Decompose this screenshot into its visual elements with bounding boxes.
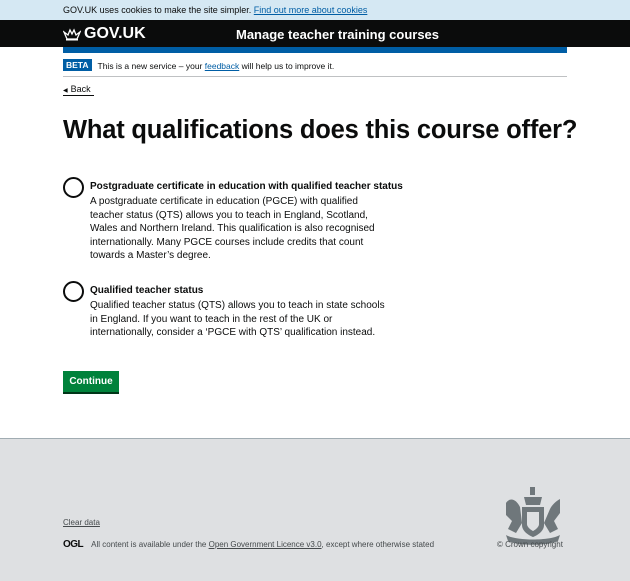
licence-text: All content is available under the Open … bbox=[91, 540, 434, 549]
clear-data-link[interactable]: Clear data bbox=[63, 518, 100, 527]
radio-option-qts[interactable]: Qualified teacher status Qualified teach… bbox=[63, 281, 390, 340]
radio-hint: Qualified teacher status (QTS) allows yo… bbox=[90, 300, 385, 338]
licence-before: All content is available under the bbox=[91, 540, 207, 549]
crown-icon bbox=[63, 28, 81, 41]
continue-button[interactable]: Continue bbox=[63, 371, 119, 392]
govuk-logo-link[interactable]: GOV.UK bbox=[63, 25, 146, 43]
back-label: Back bbox=[70, 84, 91, 94]
radio-label[interactable]: Qualified teacher status bbox=[90, 285, 390, 296]
radio-label[interactable]: Postgraduate certificate in education wi… bbox=[90, 181, 403, 192]
cookie-link[interactable]: Find out more about cookies bbox=[254, 5, 368, 15]
service-name[interactable]: Manage teacher training courses bbox=[236, 27, 439, 42]
ogl-logo: OGL bbox=[63, 539, 84, 550]
phase-text: This is a new service – your feedback wi… bbox=[98, 61, 335, 71]
licence-after: , except where otherwise stated bbox=[321, 540, 435, 549]
back-arrow-icon: ◀ bbox=[63, 88, 68, 94]
logo-text: GOV.UK bbox=[84, 25, 146, 42]
crown-copyright: © Crown copyright bbox=[497, 540, 563, 549]
footer: Clear data OGL All content is available … bbox=[0, 438, 630, 581]
licence-link[interactable]: Open Government Licence v3.0 bbox=[209, 540, 322, 549]
page-title: What qualifications does this course off… bbox=[63, 116, 578, 144]
cookie-banner: GOV.UK uses cookies to make the site sim… bbox=[0, 0, 630, 20]
phase-text-before: This is a new service – your bbox=[97, 61, 203, 71]
phase-banner: BETA This is a new service – your feedba… bbox=[63, 59, 567, 77]
licence-row: OGL All content is available under the O… bbox=[63, 539, 434, 550]
cookie-text: GOV.UK uses cookies to make the site sim… bbox=[63, 5, 252, 15]
back-link[interactable]: ◀ Back bbox=[63, 84, 94, 96]
phase-text-after: will help us to improve it. bbox=[241, 61, 335, 71]
radio-option-pgce[interactable]: Postgraduate certificate in education wi… bbox=[63, 177, 403, 263]
beta-tag: BETA bbox=[63, 59, 92, 71]
radio-hint: A postgraduate certificate in education … bbox=[90, 196, 375, 261]
feedback-link[interactable]: feedback bbox=[205, 61, 240, 71]
site-header: GOV.UK Manage teacher training courses bbox=[0, 20, 630, 47]
radio-button[interactable] bbox=[63, 177, 84, 198]
header-accent-bar bbox=[63, 47, 567, 53]
radio-button[interactable] bbox=[63, 281, 84, 302]
